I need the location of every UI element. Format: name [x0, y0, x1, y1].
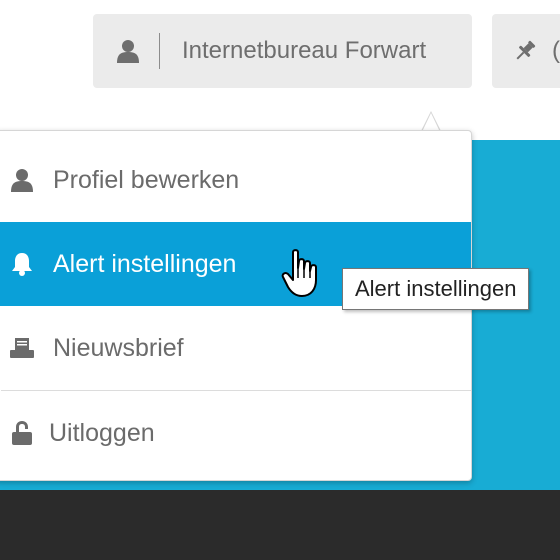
- footer-bar: [0, 490, 560, 560]
- menu-item-label: Profiel bewerken: [53, 165, 240, 194]
- menu-item-logout[interactable]: Uitloggen: [0, 391, 471, 475]
- separator: [159, 33, 160, 69]
- menu-item-profile[interactable]: Profiel bewerken: [0, 138, 471, 222]
- menu-item-label: Alert instellingen: [53, 249, 237, 278]
- menu-item-label: Uitloggen: [49, 418, 155, 447]
- hand-cursor-icon: [281, 248, 321, 305]
- menu-item-label: Nieuwsbrief: [53, 333, 184, 362]
- pin-icon: [512, 38, 538, 64]
- user-icon: [117, 39, 139, 63]
- tooltip: Alert instellingen: [342, 268, 530, 310]
- newsletter-icon: [9, 337, 35, 359]
- bell-icon: [9, 252, 35, 276]
- pinned-count: (: [552, 37, 560, 64]
- menu-item-newsletter[interactable]: Nieuwsbrief: [0, 306, 471, 390]
- account-name: Internetbureau Forwart: [182, 37, 427, 64]
- lock-icon: [9, 420, 35, 446]
- pinned-button[interactable]: (: [492, 14, 560, 88]
- account-menu-button[interactable]: Internetbureau Forwart: [93, 14, 472, 88]
- user-icon: [9, 168, 35, 192]
